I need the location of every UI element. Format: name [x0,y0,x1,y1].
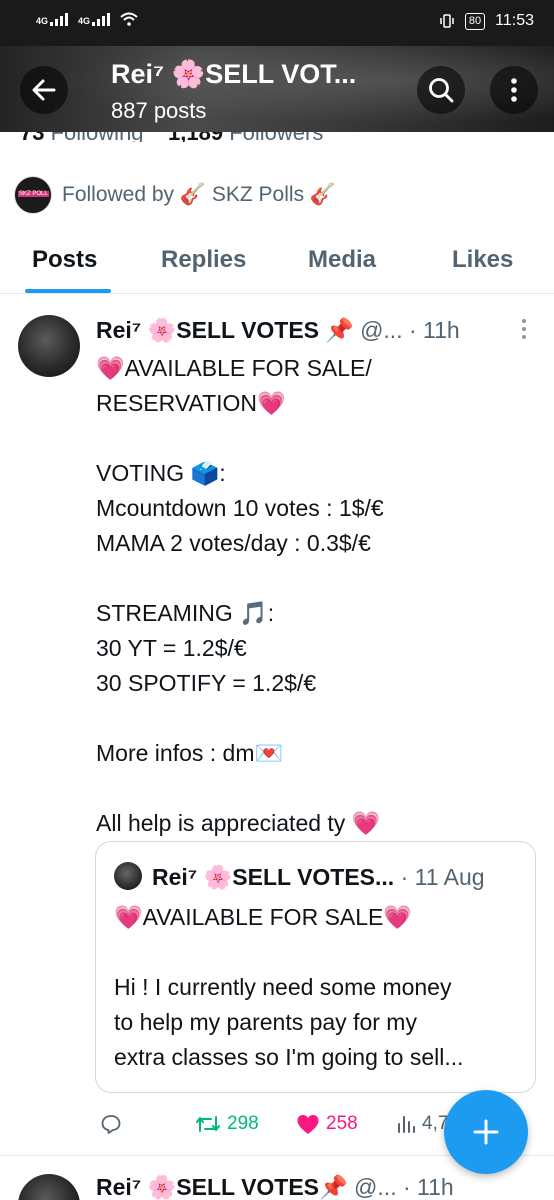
post-count: 887 posts [111,98,207,123]
signal-bars-icon [50,12,69,26]
status-bar: 4G 4G 80 11:53 [0,0,554,46]
tab-replies[interactable]: Replies [161,246,246,274]
followed-by-row[interactable]: SKZ POLL Followed by 🎸 SKZ Polls 🎸 [14,176,336,214]
signal-1: 4G [36,12,69,26]
tab-likes[interactable]: Likes [452,246,513,274]
retweet-button[interactable]: 298 [195,1113,259,1135]
reply-button[interactable] [100,1113,122,1135]
follower-avatar: SKZ POLL [14,176,52,214]
more-options-button[interactable] [490,66,538,114]
avatar[interactable] [18,315,80,377]
clock: 11:53 [495,12,534,29]
next-tweet-handle-time: @... · 11h [347,1174,454,1200]
bar-chart-icon [398,1116,415,1133]
search-icon [429,78,454,103]
plus-icon [473,1119,499,1145]
like-button[interactable]: 258 [296,1113,358,1135]
network-type-label-2: 4G [78,16,91,26]
heart-icon [297,1115,319,1134]
signal-2: 4G [78,12,111,26]
wifi-icon [120,12,138,26]
tab-posts[interactable]: Posts [32,246,97,274]
quoted-time: · 11 Aug [394,864,485,890]
next-tweet-header: Rei⁷ 🌸SELL VOTES📌 @... · 11h [96,1174,454,1200]
reply-icon [101,1115,121,1134]
quoted-header: Rei⁷ 🌸SELL VOTES... · 11 Aug [152,864,485,891]
profile-header: Rei⁷ 🌸SELL VOT... 887 posts [0,46,554,132]
retweet-icon [196,1116,220,1132]
tweet-more-icon[interactable] [518,317,530,341]
tab-media[interactable]: Media [308,246,376,274]
network-indicators: 4G 4G [36,12,138,26]
vertical-dots-icon [511,78,517,102]
quoted-avatar [114,862,142,890]
back-button[interactable] [20,66,68,114]
compose-button[interactable] [444,1090,528,1174]
next-tweet-avatar[interactable] [18,1174,80,1200]
profile-tabs: Posts Replies Media Likes [0,232,554,294]
quoted-tweet[interactable]: Rei⁷ 🌸SELL VOTES... · 11 Aug 💗AVAILABLE … [95,841,536,1093]
header-title: Rei⁷ 🌸SELL VOT... [111,59,357,89]
tweet-handle-time: @... · 11h [360,317,460,343]
next-tweet-author-name[interactable]: Rei⁷ 🌸SELL VOTES📌 [96,1174,348,1200]
quoted-text: 💗AVAILABLE FOR SALE💗 Hi ! I currently ne… [114,904,464,1070]
tweet-text: 💗AVAILABLE FOR SALE/ RESERVATION💗 VOTING… [96,355,384,836]
tweet-author-name[interactable]: Rei⁷ 🌸SELL VOTES 📌 [96,317,354,344]
active-tab-indicator [25,289,111,293]
views-button[interactable]: 4,7 [396,1113,448,1135]
signal-bars-icon-2 [92,12,111,26]
network-type-label: 4G [36,16,49,26]
quoted-author-name: Rei⁷ 🌸SELL VOTES... [152,864,395,890]
arrow-left-icon [32,79,56,101]
search-button[interactable] [417,66,465,114]
status-right: 80 11:53 [439,12,534,30]
vibrate-icon [440,14,454,28]
followed-by-text: Followed by 🎸 SKZ Polls 🎸 [62,183,337,206]
retweet-count: 298 [227,1113,259,1134]
follower-avatar-text: SKZ POLL [18,191,49,197]
battery-icon: 80 [464,12,486,30]
tweet-header: Rei⁷ 🌸SELL VOTES 📌 @... · 11h [96,317,460,344]
like-count: 258 [326,1113,358,1134]
